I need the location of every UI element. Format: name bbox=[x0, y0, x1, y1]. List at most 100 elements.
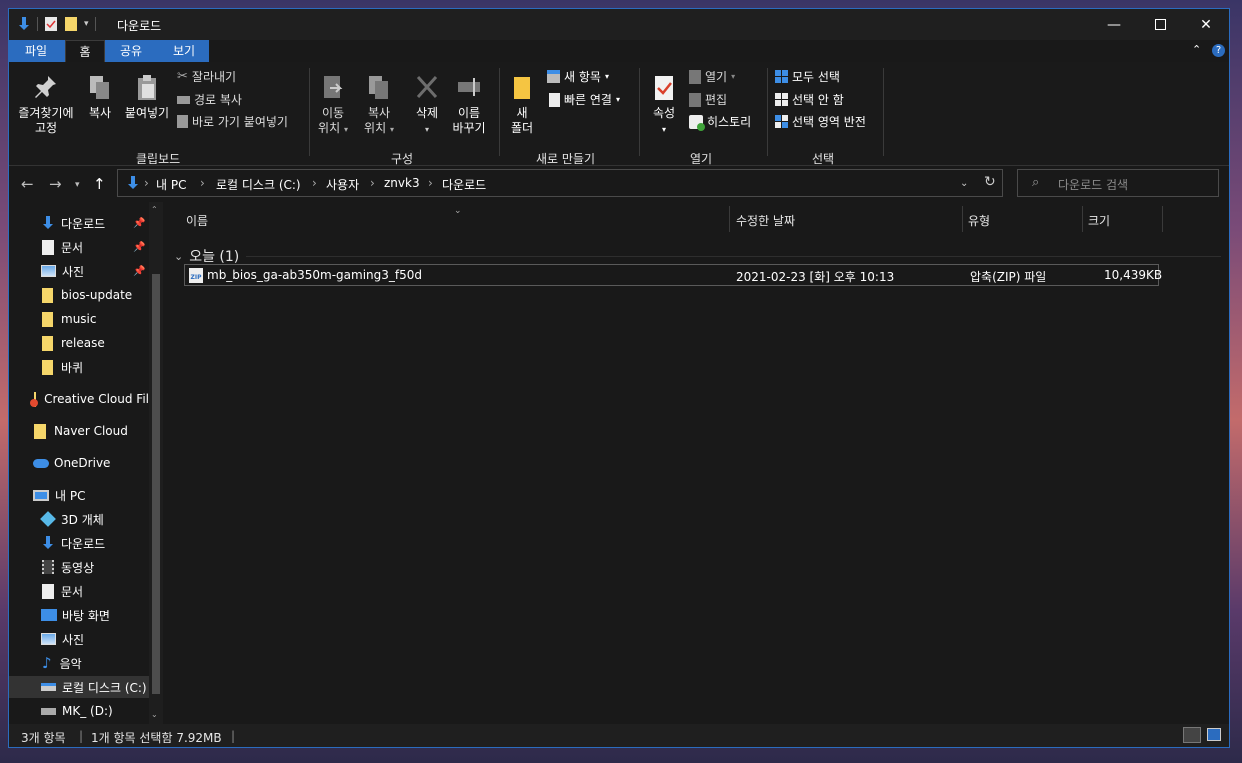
new-folder-icon[interactable] bbox=[64, 16, 78, 32]
copy-path-button[interactable]: 경로 복사 bbox=[177, 91, 242, 108]
new-item-button[interactable]: 새 항목 ▾ bbox=[547, 68, 609, 85]
music-note-icon: ♪ bbox=[42, 654, 52, 672]
select-all-button[interactable]: 모두 선택 bbox=[775, 68, 840, 85]
properties-button[interactable]: 속성 ▾ bbox=[647, 74, 681, 137]
sidebar-scrollbar-thumb[interactable] bbox=[152, 274, 160, 694]
sidebar-item-release[interactable]: release bbox=[9, 332, 149, 354]
rename-icon bbox=[458, 78, 480, 96]
minimize-icon: — bbox=[1107, 16, 1121, 33]
sidebar-item-bakwi[interactable]: 바퀴 bbox=[9, 356, 149, 378]
maximize-icon bbox=[1154, 19, 1166, 30]
sidebar-item-bios-update[interactable]: bios-update bbox=[9, 284, 149, 306]
properties-icon[interactable] bbox=[44, 16, 58, 32]
group-label-open: 열기 bbox=[690, 152, 713, 166]
collapse-ribbon-icon[interactable]: ⌃ bbox=[1192, 43, 1201, 56]
cut-button[interactable]: ✂ 잘라내기 bbox=[177, 68, 236, 85]
breadcrumb-local-disk[interactable]: 로컬 디스크 (C:) bbox=[216, 176, 301, 193]
address-bar[interactable]: › 내 PC › 로컬 디스크 (C:) › 사용자 › znvk3 › 다운로… bbox=[117, 169, 1003, 197]
new-folder-button[interactable]: 새 폴더 bbox=[505, 74, 539, 136]
sidebar-item-downloads[interactable]: 다운로드 bbox=[9, 532, 149, 554]
breadcrumb-user[interactable]: znvk3 bbox=[384, 176, 420, 190]
history-button[interactable]: 히스토리 bbox=[689, 113, 751, 131]
ribbon-separator bbox=[639, 68, 640, 156]
tab-home[interactable]: 홈 bbox=[65, 40, 105, 62]
column-separator[interactable] bbox=[1162, 206, 1163, 232]
column-header-type[interactable]: 유형 bbox=[968, 206, 990, 236]
back-arrow-icon[interactable]: ← bbox=[21, 175, 34, 193]
sidebar-item-label: 문서 bbox=[61, 584, 84, 599]
help-icon[interactable]: ? bbox=[1212, 44, 1225, 57]
maximize-button[interactable] bbox=[1137, 9, 1183, 40]
invert-selection-button[interactable]: 선택 영역 반전 bbox=[775, 113, 866, 130]
sidebar-item-desktop[interactable]: 바탕 화면 bbox=[9, 604, 149, 626]
scroll-up-chevron-icon[interactable]: ⌃ bbox=[151, 205, 158, 214]
paste-button[interactable]: 붙여넣기 bbox=[121, 74, 173, 121]
sidebar-item-3d-objects[interactable]: 3D 개체 bbox=[9, 508, 149, 530]
sidebar-item-videos[interactable]: 동영상 bbox=[9, 556, 149, 578]
search-placeholder[interactable]: 다운로드 검색 bbox=[1058, 176, 1128, 193]
tab-share[interactable]: 공유 bbox=[111, 40, 151, 62]
column-separator[interactable] bbox=[729, 206, 730, 232]
breadcrumb-my-pc[interactable]: 내 PC bbox=[156, 176, 186, 193]
open-button[interactable]: 열기 ▾ bbox=[689, 68, 735, 85]
sidebar-item-pictures-pinned[interactable]: 사진 📌 bbox=[9, 260, 149, 282]
column-header-date[interactable]: 수정한 날짜 bbox=[736, 206, 795, 236]
move-to-button[interactable]: 이동 위치 ▾ bbox=[315, 74, 351, 137]
up-arrow-icon[interactable]: ↑ bbox=[93, 175, 106, 193]
delete-button[interactable]: 삭제 ▾ bbox=[409, 74, 445, 137]
edit-button[interactable]: 편집 bbox=[689, 91, 727, 108]
column-header-size[interactable]: 크기 bbox=[1088, 206, 1110, 236]
search-box[interactable]: ⌕ 다운로드 검색 bbox=[1017, 169, 1219, 197]
sidebar-item-creative-cloud[interactable]: Creative Cloud Fil bbox=[9, 388, 149, 410]
sidebar-item-drive-d[interactable]: MK_ (D:) bbox=[9, 700, 149, 722]
column-header-name[interactable]: 이름 bbox=[186, 206, 208, 236]
group-divider bbox=[246, 256, 1221, 257]
details-view-icon[interactable] bbox=[1183, 727, 1201, 743]
file-row[interactable]: ZIP mb_bios_ga-ab350m-gaming3_f50d 2021-… bbox=[184, 264, 1162, 286]
column-separator[interactable] bbox=[962, 206, 963, 232]
tab-view[interactable]: 보기 bbox=[161, 40, 207, 62]
chevron-down-icon: ▾ bbox=[389, 125, 394, 134]
large-icons-view-icon[interactable] bbox=[1207, 728, 1221, 741]
easy-access-button[interactable]: 빠른 연결 ▾ bbox=[549, 91, 620, 108]
sidebar-item-pictures[interactable]: 사진 bbox=[9, 628, 149, 650]
rename-button[interactable]: 이름 바꾸기 bbox=[449, 74, 489, 136]
minimize-button[interactable]: — bbox=[1091, 9, 1137, 40]
folder-icon bbox=[42, 359, 53, 375]
delete-label: 삭제 bbox=[415, 106, 439, 120]
sidebar-item-this-pc[interactable]: 내 PC bbox=[9, 484, 149, 506]
select-none-button[interactable]: 선택 안 함 bbox=[775, 91, 844, 108]
sidebar-item-downloads-pinned[interactable]: 다운로드 📌 bbox=[9, 212, 149, 234]
customize-quick-access-icon[interactable]: ▾ bbox=[84, 19, 89, 29]
sort-indicator-chevron-icon: ⌄ bbox=[454, 206, 462, 216]
download-arrow-icon[interactable] bbox=[17, 16, 31, 32]
refresh-icon[interactable]: ↻ bbox=[984, 174, 996, 190]
sidebar-item-onedrive[interactable]: OneDrive bbox=[9, 452, 149, 474]
sidebar-item-music[interactable]: ♪ 음악 bbox=[9, 652, 149, 674]
file-date: 2021-02-23 [화] 오후 10:13 bbox=[736, 270, 895, 284]
group-header-today[interactable]: ⌄ 오늘 (1) bbox=[174, 246, 239, 266]
breadcrumb-separator-icon: › bbox=[144, 176, 149, 190]
forward-arrow-icon[interactable]: → bbox=[49, 175, 62, 193]
sidebar-item-local-disk-c[interactable]: 로컬 디스크 (C:) bbox=[9, 676, 149, 698]
copy-button[interactable]: 복사 bbox=[83, 74, 117, 121]
tab-file[interactable]: 파일 bbox=[13, 40, 59, 62]
column-separator[interactable] bbox=[1082, 206, 1083, 232]
pin-to-quick-access-button[interactable]: 즐겨찾기에 고정 bbox=[13, 74, 79, 136]
sidebar-item-naver-cloud[interactable]: Naver Cloud bbox=[9, 420, 149, 442]
drive-icon bbox=[41, 707, 56, 715]
address-history-chevron-icon[interactable]: ⌄ bbox=[960, 178, 968, 189]
breadcrumb-users[interactable]: 사용자 bbox=[326, 176, 359, 193]
paste-shortcut-button[interactable]: 바로 가기 붙여넣기 bbox=[177, 113, 288, 130]
recent-locations-chevron-icon[interactable]: ▾ bbox=[75, 180, 80, 190]
move-to-icon bbox=[324, 76, 343, 98]
breadcrumb-downloads[interactable]: 다운로드 bbox=[442, 176, 486, 193]
sidebar-item-documents-pinned[interactable]: 문서 📌 bbox=[9, 236, 149, 258]
copy-to-button[interactable]: 복사 위치 ▾ bbox=[359, 74, 399, 137]
sidebar-item-music-folder[interactable]: music bbox=[9, 308, 149, 330]
close-button[interactable]: ✕ bbox=[1183, 9, 1229, 40]
drive-icon bbox=[41, 683, 56, 691]
sidebar-item-label: 사진 bbox=[62, 632, 85, 647]
sidebar-item-documents[interactable]: 문서 bbox=[9, 580, 149, 602]
scroll-down-chevron-icon[interactable]: ⌄ bbox=[151, 710, 158, 719]
